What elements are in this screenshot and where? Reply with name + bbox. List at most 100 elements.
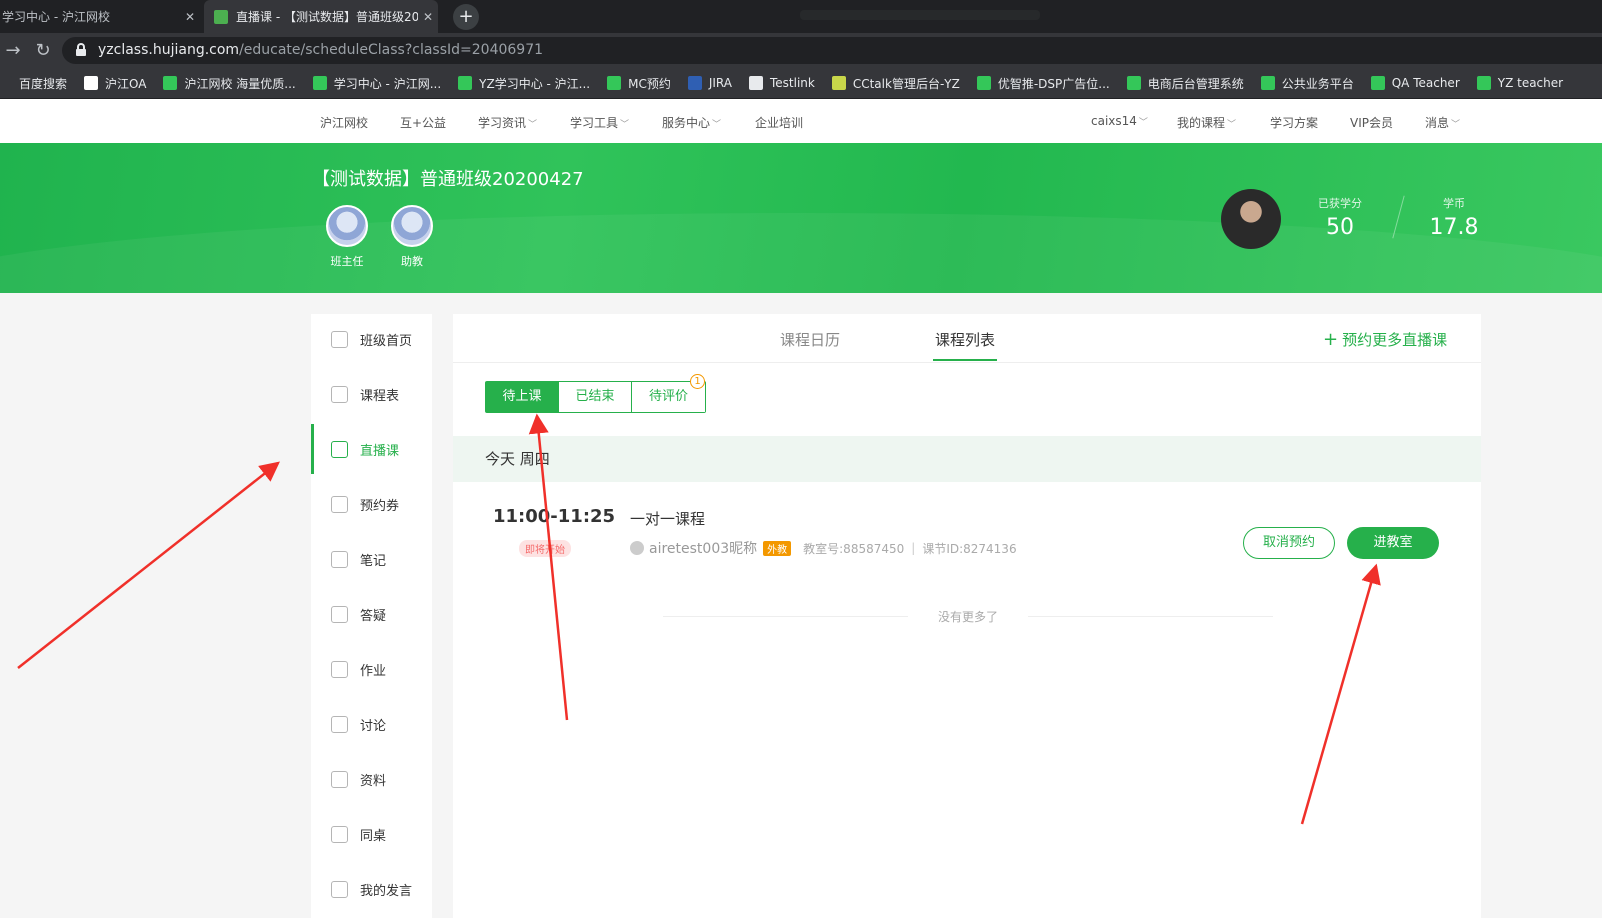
bookmark-item[interactable]: 公共业务平台 [1260, 75, 1354, 92]
bookmark-item[interactable]: 沪江OA [84, 75, 146, 92]
nav-hujiang-school[interactable]: 沪江网校 [320, 114, 368, 131]
nav-username[interactable]: caixs14 ﹀ [1091, 114, 1148, 128]
sidebar-item[interactable]: 同桌 [311, 809, 432, 859]
tab-course-list[interactable]: 课程列表 [935, 329, 995, 350]
bookmark-item[interactable]: 电商后台管理系统 [1126, 75, 1244, 92]
sidebar-item[interactable]: 作业 [311, 644, 432, 694]
sidebar-item[interactable]: 笔记 [311, 534, 432, 584]
sidebar-item-label: 笔记 [360, 553, 387, 569]
avatar[interactable] [326, 205, 368, 247]
nav-my-courses[interactable]: 我的课程 ﹀ [1177, 114, 1236, 131]
assistant-teacher[interactable]: 助教 [390, 205, 434, 269]
sidebar-item[interactable]: 讨论 [311, 699, 432, 749]
lesson-name: 一对一课程 [630, 510, 706, 528]
bookmark-favicon-icon [607, 76, 622, 90]
nav-study-tools[interactable]: 学习工具 ﹀ [570, 114, 629, 131]
nav-messages[interactable]: 消息 ﹀ [1425, 114, 1460, 131]
bookmark-label: 电商后台管理系统 [1147, 76, 1244, 91]
schedule-icon [331, 385, 348, 403]
bookmark-item[interactable]: YZ teacher [1476, 76, 1564, 90]
tab-course-calendar[interactable]: 课程日历 [780, 329, 840, 350]
status-filter: 待上课 已结束 待评价 [485, 381, 706, 413]
role-label: 助教 [401, 255, 423, 268]
nav-service-center[interactable]: 服务中心 ﹀ [662, 114, 721, 131]
bookmark-item[interactable]: QA Teacher [1370, 76, 1460, 90]
new-tab-button[interactable]: + [453, 4, 479, 30]
browser-tab-study-center[interactable]: 学习中心 - 沪江网校 ✕ [0, 0, 200, 33]
bookmark-item[interactable]: YZ学习中心 - 沪江... [458, 75, 590, 92]
nav-vip[interactable]: VIP会员 [1350, 114, 1393, 131]
sidebar-item[interactable]: 班级首页 [311, 314, 432, 364]
classroom-number: 教室号:88587450 [803, 541, 905, 556]
bookmark-item[interactable]: 学习中心 - 沪江网... [312, 75, 442, 92]
active-tab-indicator [933, 359, 997, 361]
bookmarks-bar: 百度搜索 沪江OA 沪江网校 海量优质... 学习中心 - 沪江网... YZ学习中心 … [0, 68, 1602, 99]
address-bar: → ↻ yzclass.hujiang.com/educate/schedule… [0, 33, 1602, 68]
lesson-id: 课节ID:8274136 [922, 541, 1017, 556]
sidebar-item[interactable]: 课程表 [311, 369, 432, 419]
bookmark-item[interactable]: 优智推-DSP广告位... [976, 75, 1110, 92]
head-teacher[interactable]: 班主任 [325, 205, 369, 269]
bookmark-favicon-icon [1126, 76, 1141, 90]
sidebar-item-label: 预约券 [360, 498, 400, 514]
reload-icon[interactable]: ↻ [32, 40, 54, 61]
bookmark-item[interactable]: Testlink [748, 76, 815, 90]
book-more-live-button[interactable]: + 预约更多直播课 [1323, 329, 1447, 350]
bookmark-label: 百度搜索 [19, 76, 68, 91]
class-title: 【测试数据】普通班级20200427 [312, 169, 584, 190]
lesson-meta: airetest003昵称 外教 教室号:88587450 | 课节ID:827… [630, 538, 1017, 558]
tab-title: 学习中心 - 沪江网校 [2, 10, 110, 24]
main-panel: 课程日历 课程列表 + 预约更多直播课 待上课 已结束 待评价 1 今天 周四 1… [453, 314, 1481, 918]
enter-classroom-button[interactable]: 进教室 [1347, 527, 1439, 559]
chevron-down-icon: ﹀ [1451, 120, 1461, 130]
day-header: 今天 周四 [453, 436, 1481, 482]
filter-finished[interactable]: 已结束 [559, 382, 632, 412]
bookmark-item[interactable]: 百度搜索 [0, 75, 67, 92]
sidebar-item[interactable]: 资料 [311, 754, 432, 804]
bookmark-label: QA Teacher [1391, 76, 1460, 90]
filter-upcoming[interactable]: 待上课 [486, 382, 559, 412]
teacher-name: airetest003昵称 [649, 541, 758, 557]
cancel-booking-button[interactable]: 取消预约 [1243, 527, 1335, 559]
sidebar-item[interactable]: 直播课 [311, 424, 432, 474]
forward-arrow-icon[interactable]: → [2, 40, 24, 61]
nav-study-plan[interactable]: 学习方案 [1270, 114, 1318, 131]
nav-enterprise[interactable]: 企业培训 [755, 114, 803, 131]
bookmark-label: YZ学习中心 - 沪江... [479, 76, 591, 91]
deskmate-icon [331, 825, 348, 843]
bookmark-label: YZ teacher [1497, 76, 1564, 90]
bookmark-item[interactable]: 沪江网校 海量优质... [163, 75, 296, 92]
chevron-down-icon: ﹀ [712, 120, 722, 130]
plus-icon: + [1323, 329, 1339, 350]
nav-study-news[interactable]: 学习资讯 ﹀ [478, 114, 537, 131]
class-sidebar: 班级首页 课程表 直播课预约券笔记答疑 作业 讨论 资料同桌我的发言 [311, 314, 432, 918]
bookmark-label: CCtalk管理后台-YZ [852, 76, 960, 91]
sidebar-item[interactable]: 预约券 [311, 479, 432, 529]
user-avatar[interactable] [1221, 189, 1281, 249]
live-icon [331, 440, 348, 458]
bookmark-label: 优智推-DSP广告位... [997, 76, 1110, 91]
bookmark-item[interactable]: CCtalk管理后台-YZ [831, 75, 960, 92]
bookmark-item[interactable]: MC预约 [607, 75, 671, 92]
url-input[interactable]: yzclass.hujiang.com/educate/scheduleClas… [62, 37, 1602, 64]
site-nav: 沪江网校 互+公益 学习资讯 ﹀ 学习工具 ﹀ 服务中心 ﹀ 企业培训 caixs14… [0, 99, 1602, 143]
sidebar-item[interactable]: 我的发言 [311, 864, 432, 914]
status-badge: 即将开始 [519, 540, 571, 557]
sidebar-item[interactable]: 答疑 [311, 589, 432, 639]
close-icon[interactable]: ✕ [418, 10, 438, 24]
bookmark-favicon-icon [84, 76, 99, 90]
blurred-profile-text [800, 10, 1040, 20]
bookmark-label: 学习中心 - 沪江网... [333, 76, 442, 91]
close-icon[interactable]: ✕ [180, 10, 200, 24]
avatar[interactable] [391, 205, 433, 247]
bookmark-item[interactable]: JIRA [687, 76, 732, 90]
nav-charity[interactable]: 互+公益 [400, 114, 446, 131]
bookmark-label: JIRA [708, 76, 732, 90]
sidebar-item-label: 同桌 [360, 828, 387, 844]
annotation-arrow [17, 461, 280, 669]
role-label: 班主任 [330, 255, 364, 268]
teacher-avatar-icon [630, 541, 644, 555]
bookmark-favicon-icon [163, 76, 178, 90]
browser-tab-live-class[interactable]: 直播课 - 【测试数据】普通班级20200427 ✕ [204, 0, 438, 33]
bookmark-favicon-icon [458, 76, 473, 90]
